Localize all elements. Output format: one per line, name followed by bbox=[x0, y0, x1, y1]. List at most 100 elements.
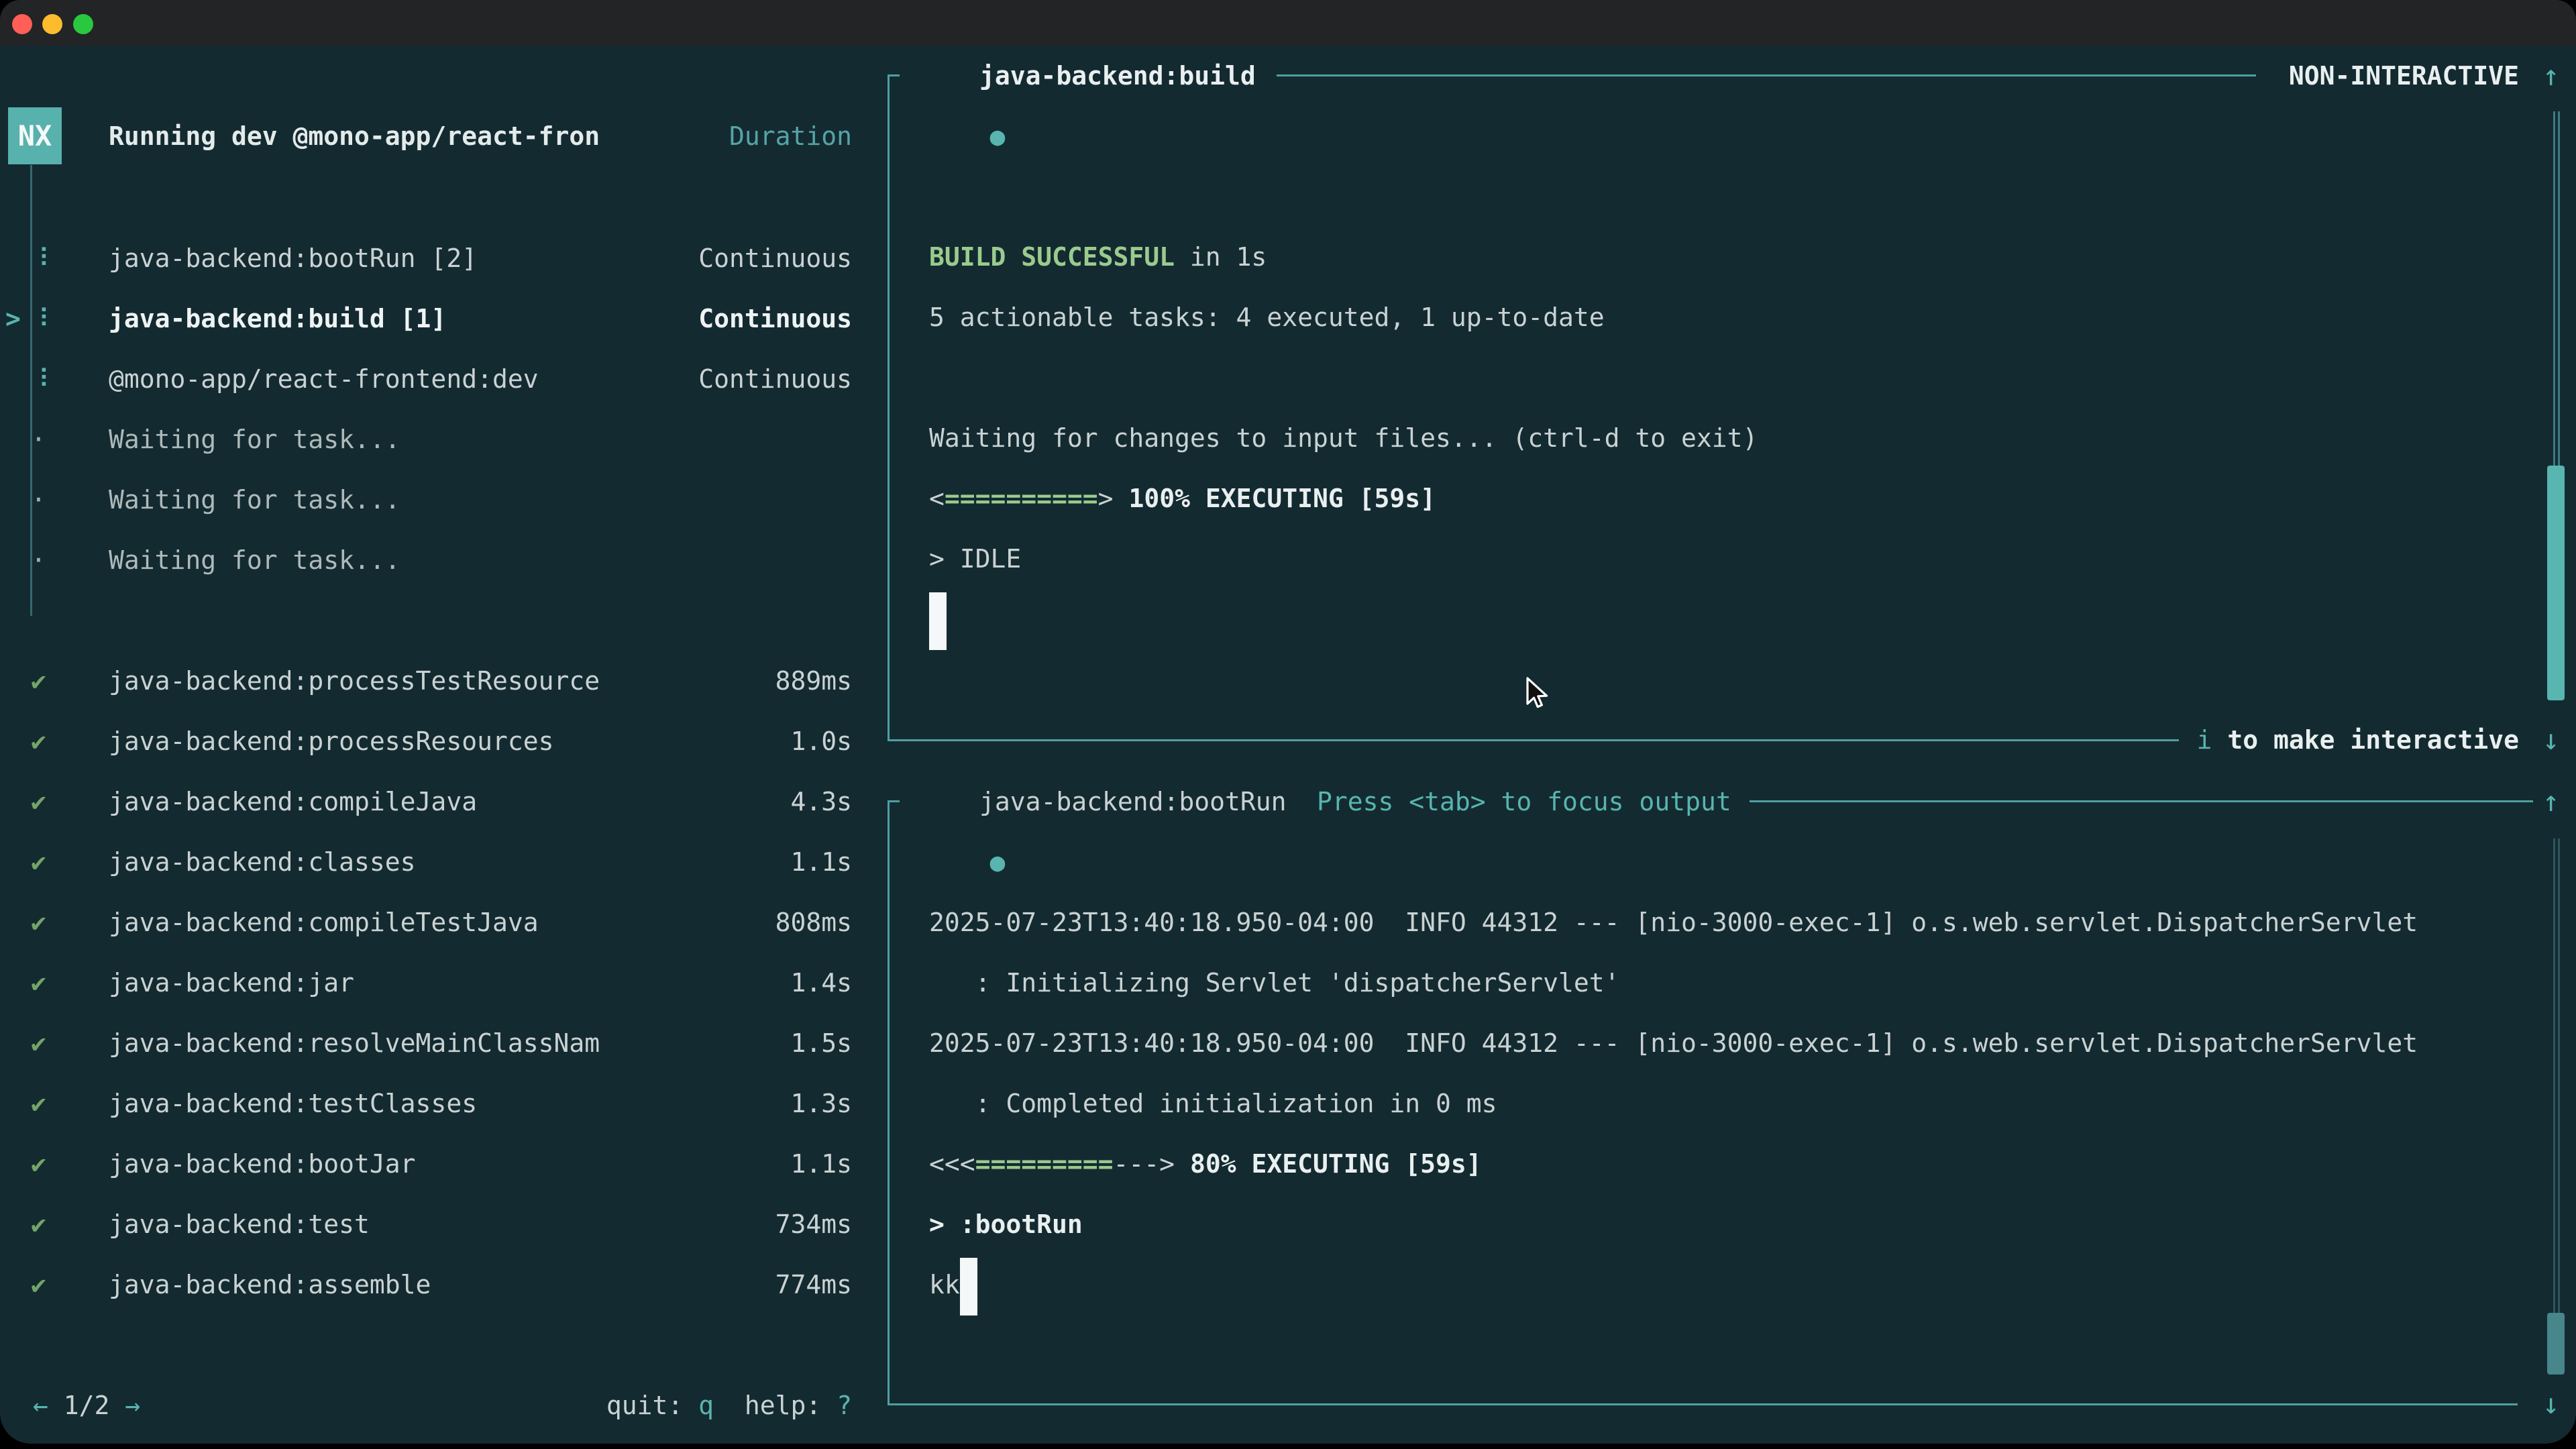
task-duration: 1.4s bbox=[0, 953, 852, 1013]
build-scrollbar-track[interactable] bbox=[2553, 111, 2560, 467]
dot-icon: · bbox=[31, 470, 46, 530]
text-segment: 80% EXECUTING [59s] bbox=[1190, 1149, 1482, 1179]
text-segment: > :bootRun bbox=[929, 1210, 1083, 1239]
sidebar-footer: ← 1/2 → quit: q help: ? bbox=[0, 1375, 852, 1436]
task-label: Waiting for task... bbox=[109, 470, 400, 530]
bootrun-scroll-up-icon[interactable]: ↑ bbox=[2542, 771, 2559, 832]
help-label: help: bbox=[745, 1391, 821, 1420]
terminal-cursor bbox=[960, 1258, 977, 1316]
task-row[interactable]: ✔java-backend:resolveMainClassNam1.5s bbox=[0, 1013, 889, 1073]
task-row[interactable]: ✔java-backend:testClasses1.3s bbox=[0, 1073, 889, 1134]
terminal-line bbox=[929, 832, 2418, 892]
terminal-line: > IDLE bbox=[929, 529, 1758, 589]
terminal-line: 2025-07-23T13:40:18.950-04:00 INFO 44312… bbox=[929, 892, 2418, 953]
terminal-line bbox=[929, 589, 1758, 649]
build-pane-left-border bbox=[888, 74, 890, 741]
task-duration: Continuous bbox=[0, 228, 852, 288]
text-segment: in 1s bbox=[1175, 242, 1267, 272]
text-segment: <<< bbox=[929, 1149, 975, 1179]
terminal-line: <==========> 100% EXECUTING [59s] bbox=[929, 468, 1758, 529]
task-row[interactable]: ⠸@mono-app/react-frontend:devContinuous bbox=[0, 349, 889, 409]
text-segment: 2025-07-23T13:40:18.950-04:00 INFO 44312… bbox=[929, 908, 2418, 937]
task-duration: 774ms bbox=[0, 1254, 852, 1315]
text-segment: ---> bbox=[1114, 1149, 1190, 1179]
task-row[interactable]: ✔java-backend:assemble774ms bbox=[0, 1254, 889, 1315]
task-duration: 1.5s bbox=[0, 1013, 852, 1073]
task-row-spacer bbox=[0, 590, 889, 651]
terminal-line: kk bbox=[929, 1254, 2418, 1315]
text-segment: 2025-07-23T13:40:18.950-04:00 INFO 44312… bbox=[929, 1028, 2418, 1058]
task-duration: 4.3s bbox=[0, 771, 852, 832]
terminal-line: BUILD SUCCESSFUL in 1s bbox=[929, 227, 1758, 287]
text-segment: < bbox=[929, 484, 945, 513]
build-scroll-down-icon[interactable]: ↓ bbox=[2542, 710, 2559, 770]
bootrun-focus-hint: Press <tab> to focus output bbox=[1317, 771, 1731, 832]
task-duration: 808ms bbox=[0, 892, 852, 953]
task-row[interactable]: ✔java-backend:test734ms bbox=[0, 1194, 889, 1254]
task-row[interactable]: ✔java-backend:bootJar1.1s bbox=[0, 1134, 889, 1194]
terminal-line bbox=[929, 106, 1758, 166]
text-segment: > IDLE bbox=[929, 544, 1021, 574]
close-window-icon[interactable] bbox=[12, 14, 32, 34]
task-row[interactable]: ✔java-backend:compileJava4.3s bbox=[0, 771, 889, 832]
task-list: ⠸java-backend:bootRun [2]Continuous>⠸jav… bbox=[0, 228, 889, 1315]
sidebar-header: Running dev @mono-app/react-fron Duratio… bbox=[0, 106, 852, 166]
text-segment: Waiting for changes to input files... (c… bbox=[929, 423, 1758, 453]
build-pane-hint[interactable]: i to make interactive bbox=[0, 710, 2519, 770]
terminal-line: 5 actionable tasks: 4 executed, 1 up-to-… bbox=[929, 287, 1758, 347]
task-duration: 734ms bbox=[0, 1194, 852, 1254]
bootrun-pane-bottom-border bbox=[888, 1403, 2518, 1405]
text-segment: 100% EXECUTING [59s] bbox=[1128, 484, 1436, 513]
task-row[interactable]: ✔java-backend:jar1.4s bbox=[0, 953, 889, 1013]
task-row[interactable]: >⠸java-backend:build [1]Continuous bbox=[0, 288, 889, 349]
bootrun-pane-top-border bbox=[1750, 800, 2533, 802]
task-row[interactable]: ✔java-backend:classes1.1s bbox=[0, 832, 889, 892]
build-scroll-up-icon[interactable]: ↑ bbox=[2542, 46, 2559, 106]
bootrun-scrollbar-track[interactable] bbox=[2553, 839, 2560, 1313]
task-duration: 1.1s bbox=[0, 832, 852, 892]
text-segment: ========== bbox=[945, 484, 1098, 513]
task-row[interactable]: · Waiting for task... bbox=[0, 530, 889, 590]
text-segment: ========= bbox=[975, 1149, 1114, 1179]
build-pane-body: BUILD SUCCESSFUL in 1s 5 actionable tasks… bbox=[929, 106, 1758, 649]
terminal-cursor bbox=[929, 592, 947, 650]
task-duration: 1.1s bbox=[0, 1134, 852, 1194]
app-window: NX Running dev @mono-app/react-fron Dura… bbox=[0, 0, 2576, 1444]
interactive-key: i bbox=[2197, 725, 2212, 755]
task-duration: 1.3s bbox=[0, 1073, 852, 1134]
bootrun-scrollbar-thumb[interactable] bbox=[2547, 1313, 2565, 1375]
text-segment: 5 actionable tasks: 4 executed, 1 up-to-… bbox=[929, 303, 1605, 332]
bootrun-pane-top-stub bbox=[888, 800, 900, 802]
text-segment: BUILD SUCCESSFUL bbox=[929, 242, 1175, 272]
build-pane-badge: NON-INTERACTIVE bbox=[0, 46, 2519, 106]
bootrun-scroll-down-icon[interactable]: ↓ bbox=[2542, 1374, 2559, 1434]
bootrun-pane-body: 2025-07-23T13:40:18.950-04:00 INFO 44312… bbox=[929, 832, 2418, 1315]
task-row[interactable]: · Waiting for task... bbox=[0, 470, 889, 530]
minimize-window-icon[interactable] bbox=[42, 14, 62, 34]
quit-label: quit: bbox=[606, 1391, 683, 1420]
dot-icon: · bbox=[31, 530, 46, 590]
terminal-line: Waiting for changes to input files... (c… bbox=[929, 408, 1758, 468]
quit-key: q bbox=[698, 1391, 714, 1420]
keyboard-hints: quit: q help: ? bbox=[0, 1375, 852, 1436]
bootrun-pane-left-border bbox=[888, 800, 890, 1405]
text-segment: : Initializing Servlet 'dispatcherServle… bbox=[929, 968, 1620, 998]
task-row[interactable]: ✔java-backend:processTestResource889ms bbox=[0, 651, 889, 711]
bootrun-pane-title[interactable]: java-backend:bootRun bbox=[979, 771, 1287, 832]
task-row[interactable]: ·Waiting for task... bbox=[0, 409, 889, 470]
task-label: Waiting for task... bbox=[109, 530, 400, 590]
text-segment: > bbox=[1098, 484, 1129, 513]
task-label: Waiting for task... bbox=[109, 409, 400, 470]
terminal-line bbox=[929, 347, 1758, 408]
task-duration: Continuous bbox=[0, 349, 852, 409]
task-row[interactable]: ⠸java-backend:bootRun [2]Continuous bbox=[0, 228, 889, 288]
build-scrollbar-thumb[interactable] bbox=[2547, 466, 2565, 700]
task-row[interactable]: ✔java-backend:compileTestJava808ms bbox=[0, 892, 889, 953]
terminal-line: <<<=========---> 80% EXECUTING [59s] bbox=[929, 1134, 2418, 1194]
terminal-line: 2025-07-23T13:40:18.950-04:00 INFO 44312… bbox=[929, 1013, 2418, 1073]
duration-column-header: Duration bbox=[0, 106, 852, 166]
titlebar[interactable] bbox=[0, 0, 2576, 46]
zoom-window-icon[interactable] bbox=[73, 14, 93, 34]
terminal-line: : Completed initialization in 0 ms bbox=[929, 1073, 2418, 1134]
terminal-line: : Initializing Servlet 'dispatcherServle… bbox=[929, 953, 2418, 1013]
